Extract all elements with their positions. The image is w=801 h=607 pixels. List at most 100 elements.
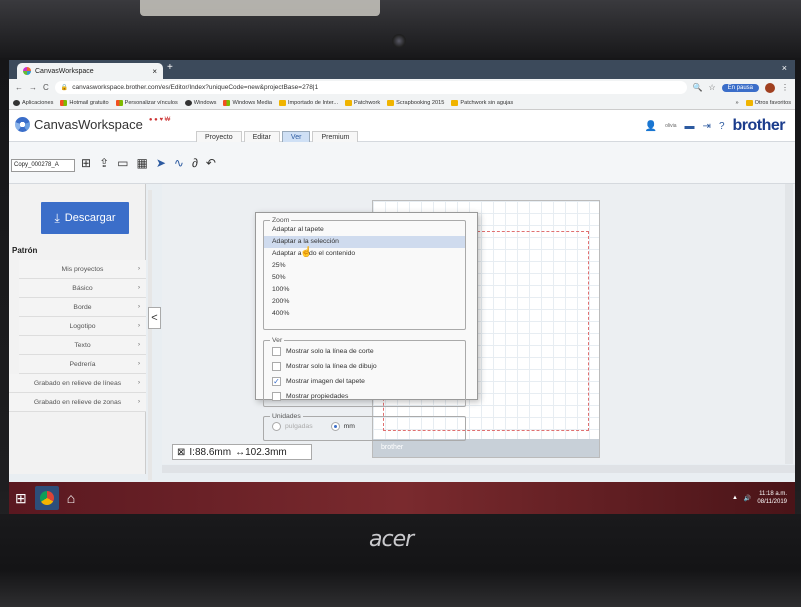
upload-icon[interactable]: ⇪ xyxy=(99,156,109,170)
logo-decoration-icon: ● ● ♥ ₩ xyxy=(148,116,171,123)
zoom-50[interactable]: 50% xyxy=(264,272,465,284)
select-tool-icon[interactable]: ➤ xyxy=(156,156,166,170)
open-icon[interactable]: ▭ xyxy=(117,156,128,170)
user-icon[interactable]: 👤 xyxy=(645,121,657,132)
profile-status-badge[interactable]: En pausa xyxy=(721,83,759,92)
sidebar-collapse-button[interactable]: < xyxy=(148,307,161,329)
laptop-screen: CanvasWorkspace × + × ← → C 🔒 canvaswork… xyxy=(9,60,795,514)
clock[interactable]: 11:18 a.m. 08/11/2019 xyxy=(757,490,787,506)
apps-icon xyxy=(13,99,20,106)
unit-inches-radio[interactable]: pulgadas xyxy=(272,422,313,431)
app-logo[interactable]: CanvasWorkspace ● ● ♥ ₩ xyxy=(15,117,170,132)
windows-start-icon[interactable]: ⊞ xyxy=(15,490,27,507)
home-icon[interactable]: ⌂ xyxy=(67,490,75,506)
width-value: ↔102.3mm xyxy=(235,446,287,458)
category-borde[interactable]: Borde › xyxy=(19,298,146,317)
brother-logo: brother xyxy=(732,117,786,134)
category-pedreria[interactable]: Pedrería › xyxy=(19,355,146,374)
radio-icon xyxy=(272,422,281,431)
zoom-400[interactable]: 400% xyxy=(264,308,465,320)
library-icon[interactable]: ▦ xyxy=(136,156,147,170)
bookmark-item[interactable]: Aplicaciones xyxy=(13,99,53,106)
profile-avatar[interactable] xyxy=(765,82,775,93)
undo-icon[interactable]: ↶ xyxy=(206,156,216,170)
ms-icon xyxy=(115,99,123,106)
bookmark-item[interactable]: Windows xyxy=(184,99,216,106)
option-draw-line[interactable]: Mostrar solo la línea de dibujo xyxy=(264,359,465,374)
units-group: Unidades pulgadas mm xyxy=(263,413,466,441)
bookmark-item[interactable]: Importado de Inter... xyxy=(278,99,338,106)
category-grabado-zonas[interactable]: Grabado en relieve de zonas › xyxy=(9,393,146,412)
star-icon[interactable]: ☆ xyxy=(708,83,715,92)
canvasworkspace-logo-icon xyxy=(15,117,30,132)
chevron-right-icon: › xyxy=(138,323,140,329)
bookmark-item[interactable]: Personalizar vínculos xyxy=(115,99,178,106)
help-icon[interactable]: ? xyxy=(719,121,725,132)
new-tab-icon[interactable]: + xyxy=(167,62,173,73)
category-grabado-lineas[interactable]: Grabado en relieve de líneas › xyxy=(9,374,146,393)
new-project-icon[interactable]: ⊞ xyxy=(81,156,91,170)
zoom-fit-mat[interactable]: Adaptar al tapete xyxy=(264,224,465,236)
chrome-taskbar-button[interactable] xyxy=(34,486,59,510)
ver-dropdown-menu: Zoom Adaptar al tapete Adaptar a la sele… xyxy=(255,212,478,441)
window-close-icon[interactable]: × xyxy=(782,63,787,73)
checkbox[interactable] xyxy=(272,392,281,401)
bookmark-item[interactable]: Scrapbooking 2015 xyxy=(387,99,444,106)
other-bookmarks[interactable]: Otros favoritos xyxy=(745,99,791,106)
option-properties[interactable]: Mostrar propiedades xyxy=(264,389,465,404)
category-basico[interactable]: Básico › xyxy=(19,279,146,298)
bookmark-item[interactable]: Windows Media xyxy=(223,99,272,106)
browser-tab[interactable]: CanvasWorkspace × xyxy=(17,63,163,79)
app-header: CanvasWorkspace ● ● ♥ ₩ Proyecto Editar … xyxy=(9,110,795,143)
zoom-icon[interactable]: 🔍 xyxy=(693,83,703,92)
forward-icon[interactable]: → xyxy=(29,83,37,92)
tray-icon[interactable]: ▬ xyxy=(685,121,695,132)
pattern-section-title: Patrón xyxy=(12,246,38,255)
canvas-horizontal-scrollbar[interactable] xyxy=(162,465,795,473)
option-mat-image[interactable]: ✓ Mostrar imagen del tapete xyxy=(264,374,465,389)
units-legend: Unidades xyxy=(272,413,301,420)
zoom-200[interactable]: 200% xyxy=(264,296,465,308)
zoom-100[interactable]: 100% xyxy=(264,284,465,296)
bookmark-item[interactable]: Patchwork xyxy=(345,99,380,106)
option-cut-line[interactable]: Mostrar solo la línea de corte xyxy=(264,344,465,359)
zoom-fit-all[interactable]: Adaptar a todo el contenido xyxy=(264,248,465,260)
acer-logo: acer xyxy=(369,527,414,552)
bookmarks-more[interactable]: » xyxy=(736,100,739,106)
canvas-vertical-scrollbar[interactable] xyxy=(785,184,793,464)
zoom-legend: Zoom xyxy=(272,217,290,224)
category-logotipo[interactable]: Logotipo › xyxy=(19,317,146,336)
browser-menu-icon[interactable]: ⋮ xyxy=(781,83,789,92)
clock-date: 08/11/2019 xyxy=(757,499,787,505)
tray-arrow-icon[interactable]: ▲ xyxy=(732,495,738,501)
canvasworkspace-favicon-icon xyxy=(23,67,31,75)
download-button[interactable]: ⤓ Descargar xyxy=(41,202,129,234)
bookmark-item[interactable]: Patchwork sin agujas xyxy=(451,99,513,106)
category-texto[interactable]: Texto › xyxy=(19,336,146,355)
unit-mm-radio[interactable]: mm xyxy=(330,422,355,431)
chevron-right-icon: › xyxy=(138,304,140,310)
zoom-25[interactable]: 25% xyxy=(264,260,465,272)
ms-icon xyxy=(60,99,68,106)
checkbox-checked-icon[interactable]: ✓ xyxy=(272,377,281,386)
volume-icon[interactable]: 🔊 xyxy=(744,495,751,502)
checkbox[interactable] xyxy=(272,362,281,371)
path-tool-icon[interactable]: ∂ xyxy=(192,156,198,170)
back-icon[interactable]: ← xyxy=(15,83,23,92)
logout-icon[interactable]: ⇥ xyxy=(703,121,711,132)
sidebar-scrollbar[interactable] xyxy=(148,190,152,480)
browser-tabbar: CanvasWorkspace × + × xyxy=(9,60,795,79)
url-field[interactable]: 🔒 canvasworkspace.brother.com/es/Editor/… xyxy=(54,81,687,94)
checkbox[interactable] xyxy=(272,347,281,356)
background-wall xyxy=(140,0,380,16)
project-name-field[interactable]: Copy_000278_A xyxy=(11,159,75,172)
zoom-fit-selection[interactable]: Adaptar a la selección xyxy=(264,236,465,248)
bookmark-item[interactable]: Hotmail gratuito xyxy=(60,99,109,106)
category-mis-proyectos[interactable]: Mis proyectos › xyxy=(19,260,146,279)
draw-tool-icon[interactable]: ∿ xyxy=(174,156,184,170)
ms-icon xyxy=(223,99,231,106)
tab-close-icon[interactable]: × xyxy=(152,67,157,76)
chevron-right-icon: › xyxy=(138,361,140,367)
url-text: canvasworkspace.brother.com/es/Editor/In… xyxy=(72,84,319,91)
reload-icon[interactable]: C xyxy=(43,83,49,92)
